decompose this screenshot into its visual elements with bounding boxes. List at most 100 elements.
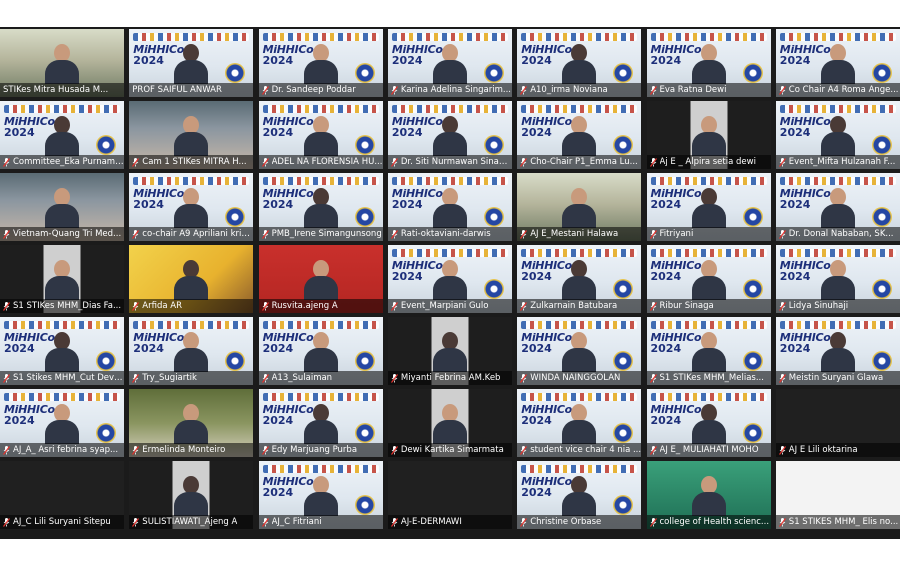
participant-tile-3[interactable]: MiHHICo 2024 Dr. Sandeep Poddar <box>258 29 383 97</box>
participant-video <box>432 404 467 444</box>
participant-name: WINDA NAINGGOLAN <box>530 373 621 383</box>
participant-tile-25[interactable]: MiHHICo 2024 Event_Marpiani Gulo <box>387 245 512 313</box>
participant-name-bar: Karina Adelina Singarim... <box>387 83 512 97</box>
participant-tile-4[interactable]: MiHHICo 2024 Karina Adelina Singarim... <box>387 29 512 97</box>
banner-year: 2024 <box>391 54 423 67</box>
participant-tile-9[interactable]: Cam 1 STIKes MITRA H... <box>129 101 254 169</box>
mic-muted-icon <box>390 301 398 311</box>
participant-tile-33[interactable]: MiHHICo 2024 WINDA NAINGGOLAN <box>517 317 642 385</box>
participant-tile-35[interactable]: MiHHICo 2024 Meistin Suryani Glawa <box>775 317 900 385</box>
participant-tile-16[interactable]: MiHHICo 2024 co-chair A9 Apriliani kris..… <box>129 173 254 241</box>
participant-tile-10[interactable]: MiHHICo 2024 ADEL NA FLORENSIA HU... <box>258 101 383 169</box>
participant-tile-22[interactable]: S1 STIKes MHM_Dias Fa... <box>0 245 124 313</box>
participant-name: AJ_A_ Asri febrina syap... <box>13 445 119 455</box>
participant-tile-30[interactable]: MiHHICo 2024 Try_Sugiartik <box>129 317 254 385</box>
sponsor-logos-strip <box>133 177 250 185</box>
participant-tile-20[interactable]: MiHHICo 2024 Fitriyani <box>646 173 771 241</box>
participant-tile-27[interactable]: MiHHICo 2024 Ribur Sinaga <box>646 245 771 313</box>
participant-video <box>174 188 209 228</box>
participant-name: S1 Stikes MHM_Cut Devi... <box>13 373 124 383</box>
participant-name-bar: Vietnam-Quang Tri Med... <box>0 227 124 241</box>
participant-tile-40[interactable]: MiHHICo 2024 student vice chair 4 nia ... <box>517 389 642 457</box>
participant-tile-2[interactable]: MiHHICo 2024 PROF SAIFUL ANWAR <box>129 29 254 97</box>
participant-video <box>174 404 209 444</box>
participant-name: AJ-E-DERMAWI <box>400 517 462 527</box>
participant-tile-5[interactable]: MiHHICo 2024 A10_irma Noviana <box>517 29 642 97</box>
sponsor-logos-strip <box>650 33 767 41</box>
participant-tile-42[interactable]: AJ E Lili oktarina <box>775 389 900 457</box>
participant-tile-28[interactable]: MiHHICo 2024 Lidya Sinuhaji <box>775 245 900 313</box>
participant-tile-17[interactable]: MiHHICo 2024 PMB_Irene Simangunsong <box>258 173 383 241</box>
participant-tile-18[interactable]: MiHHICo 2024 Rati-oktaviani-darwis <box>387 173 512 241</box>
participant-name: Co Chair A4 Roma Ange... <box>788 85 899 95</box>
participant-tile-31[interactable]: MiHHICo 2024 A13_Sulaiman <box>258 317 383 385</box>
participant-name: Fitriyani <box>659 229 694 239</box>
conference-logo-icon <box>354 135 375 155</box>
banner-year: 2024 <box>779 126 811 139</box>
participant-tile-24[interactable]: Rusvita.ajeng A <box>258 245 383 313</box>
participant-tile-6[interactable]: MiHHICo 2024 Eva Ratna Dewi <box>646 29 771 97</box>
participant-tile-15[interactable]: Vietnam-Quang Tri Med... <box>0 173 124 241</box>
participant-video <box>691 332 726 372</box>
participant-tile-21[interactable]: MiHHICo 2024 Dr. Donal Nababan, SK... <box>775 173 900 241</box>
participant-video <box>562 116 597 156</box>
participant-tile-44[interactable]: SULISTIAWATI_Ajeng A <box>129 461 254 529</box>
participant-video <box>691 404 726 444</box>
participant-name: Eva Ratna Dewi <box>659 85 727 95</box>
participant-tile-39[interactable]: Dewi Kartika Simarmata <box>387 389 512 457</box>
participant-name-bar: SULISTIAWATI_Ajeng A <box>129 515 254 529</box>
conference-logo-icon <box>483 63 504 83</box>
participant-tile-29[interactable]: MiHHICo 2024 S1 Stikes MHM_Cut Devi... <box>0 317 124 385</box>
participant-tile-43[interactable]: AJ_C Lili Suryani Sitepu <box>0 461 124 529</box>
participant-name-bar: Lidya Sinuhaji <box>775 299 900 313</box>
participant-name-bar: Ribur Sinaga <box>646 299 771 313</box>
participant-tile-7[interactable]: MiHHICo 2024 Co Chair A4 Roma Ange... <box>775 29 900 97</box>
participant-tile-19[interactable]: AJ E_Mestani Halawa <box>517 173 642 241</box>
sponsor-logos-strip <box>779 33 896 41</box>
conference-logo-icon <box>742 351 763 371</box>
conference-logo-icon <box>742 63 763 83</box>
participant-tile-32[interactable]: Miyanti Febrina AM.Keb <box>387 317 512 385</box>
participant-tile-14[interactable]: MiHHICo 2024 Event_Mifta Hulzanah F... <box>775 101 900 169</box>
sponsor-logos-strip <box>262 177 379 185</box>
participant-tile-49[interactable]: S1 STIKES MHM_ Elis no... <box>775 461 900 529</box>
participant-tile-47[interactable]: MiHHICo 2024 Christine Orbase <box>517 461 642 529</box>
participant-tile-34[interactable]: MiHHICo 2024 S1 STIKes MHM_Melias... <box>646 317 771 385</box>
participant-name-bar: Committee_Eka Purnami... <box>0 155 124 169</box>
mic-muted-icon <box>390 445 398 455</box>
conference-logo-icon <box>871 351 892 371</box>
participant-tile-1[interactable]: STIKes Mitra Husada M... <box>0 29 124 97</box>
banner-year: 2024 <box>650 54 682 67</box>
participant-name: S1 STIKES MHM_ Elis no... <box>788 517 899 527</box>
participant-name: Vietnam-Quang Tri Med... <box>13 229 122 239</box>
participant-name: ADEL NA FLORENSIA HU... <box>271 157 383 167</box>
participant-tile-45[interactable]: MiHHICo 2024 AJ_C Fitriani <box>258 461 383 529</box>
banner-year: 2024 <box>521 486 552 499</box>
participant-tile-11[interactable]: MiHHICo 2024 Dr. Siti Nurmawan Sinag... <box>387 101 512 169</box>
participant-tile-23[interactable]: Arfida AR <box>129 245 254 313</box>
participant-name: A10_irma Noviana <box>530 85 608 95</box>
banner-year: 2024 <box>133 54 164 67</box>
participant-name-bar: AJ_A_ Asri febrina syap... <box>0 443 124 457</box>
conference-logo-icon <box>613 279 634 299</box>
participant-video <box>303 188 338 228</box>
banner-year: 2024 <box>262 486 294 499</box>
participant-tile-26[interactable]: MiHHICo 2024 Zulkarnain Batubara <box>517 245 642 313</box>
participant-tile-48[interactable]: college of Health scienc... <box>646 461 771 529</box>
participant-tile-46[interactable]: AJ-E-DERMAWI <box>387 461 512 529</box>
participant-tile-41[interactable]: MiHHICo 2024 AJ E_ MULIAHATI MOHO <box>646 389 771 457</box>
participant-tile-13[interactable]: Aj E _ Alpira setia dewi <box>646 101 771 169</box>
participant-tile-37[interactable]: Ermelinda Monteiro <box>129 389 254 457</box>
participant-video <box>303 404 338 444</box>
sponsor-logos-strip <box>133 321 250 329</box>
participant-tile-8[interactable]: MiHHICo 2024 Committee_Eka Purnami... <box>0 101 124 169</box>
participant-tile-38[interactable]: MiHHICo 2024 Edy Marjuang Purba <box>258 389 383 457</box>
participant-tile-12[interactable]: MiHHICo 2024 Cho-Chair P1_Emma Lu... <box>517 101 642 169</box>
participant-tile-36[interactable]: MiHHICo 2024 AJ_A_ Asri febrina syap... <box>0 389 124 457</box>
mic-muted-icon <box>3 445 10 455</box>
sponsor-logos-strip <box>779 321 896 329</box>
mic-muted-icon <box>3 517 10 527</box>
mic-muted-icon <box>520 445 528 455</box>
participant-name-bar: Edy Marjuang Purba <box>258 443 383 457</box>
participant-name: PROF SAIFUL ANWAR <box>132 85 222 95</box>
